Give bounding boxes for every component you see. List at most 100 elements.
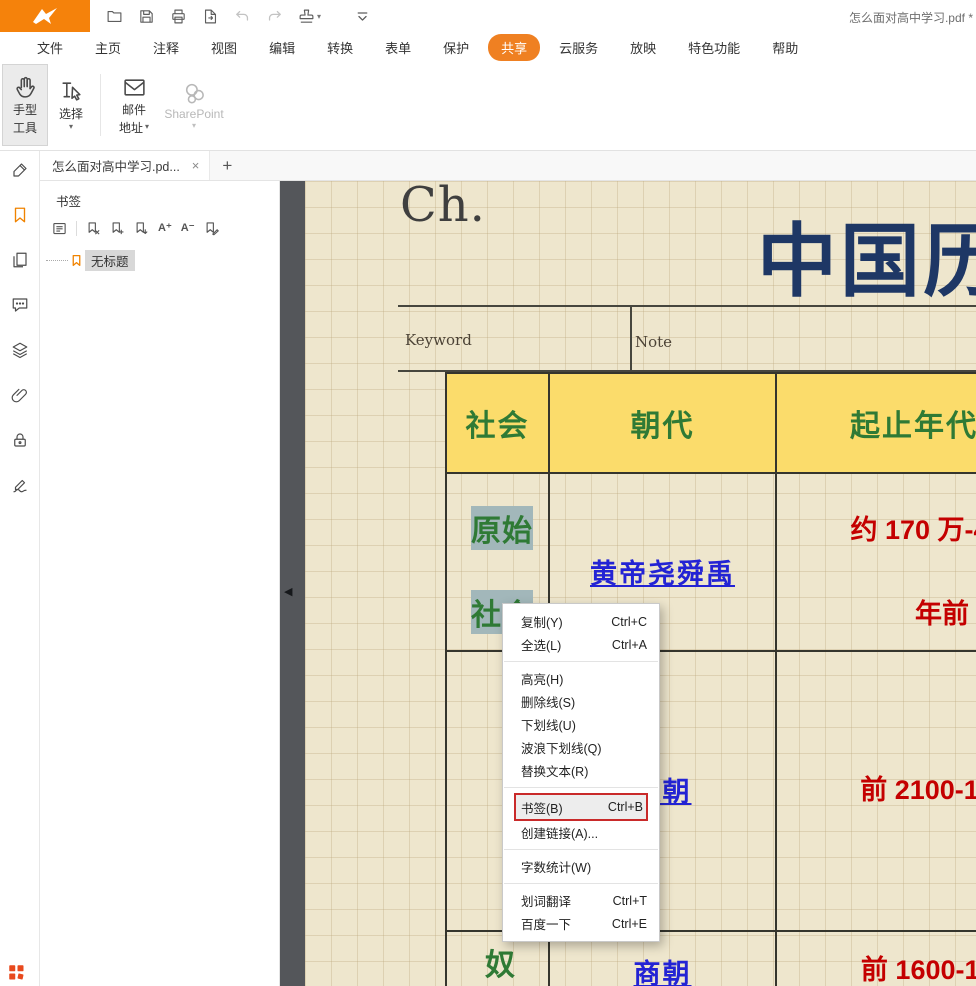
menu-item-highlight[interactable]: 高亮(H) bbox=[503, 667, 659, 690]
bookmark-panel-title: 书签 bbox=[40, 187, 279, 219]
stamp-tool-icon[interactable]: ▾ bbox=[298, 8, 321, 25]
signature-panel-icon[interactable] bbox=[11, 476, 29, 494]
ribbon-tab-bar: 文件 主页 注释 视图 编辑 转换 表单 保护 共享 云服务 放映 特色功能 帮… bbox=[0, 32, 976, 62]
shortcut-label: Ctrl+E bbox=[612, 917, 647, 931]
bookmark-item-label: 无标题 bbox=[85, 250, 135, 271]
shortcut-label: Ctrl+A bbox=[612, 638, 647, 652]
tab-form[interactable]: 表单 bbox=[372, 34, 424, 61]
menu-item-translate[interactable]: 划词翻译 Ctrl+T bbox=[503, 889, 659, 912]
tab-convert[interactable]: 转换 bbox=[314, 34, 366, 61]
menu-item-select-all[interactable]: 全选(L) Ctrl+A bbox=[503, 633, 659, 656]
dynasty-link[interactable]: 商朝 bbox=[550, 952, 775, 986]
undo-icon[interactable] bbox=[234, 8, 251, 25]
redo-icon[interactable] bbox=[266, 8, 283, 25]
navigation-rail bbox=[0, 151, 40, 986]
menu-separator bbox=[504, 849, 658, 850]
tab-help[interactable]: 帮助 bbox=[759, 34, 811, 61]
tab-protect[interactable]: 保护 bbox=[430, 34, 482, 61]
panel-options-icon[interactable] bbox=[52, 221, 67, 236]
tab-comment[interactable]: 注释 bbox=[140, 34, 192, 61]
select-tool-label: 选择 bbox=[59, 105, 83, 122]
app-logo[interactable] bbox=[0, 0, 90, 32]
panel-toolbar-separator bbox=[76, 221, 77, 236]
table-header-society: 社会 bbox=[447, 374, 550, 474]
sharepoint-button[interactable]: SharePoint ▾ bbox=[161, 64, 227, 146]
menu-item-copy[interactable]: 复制(Y) Ctrl+C bbox=[503, 610, 659, 633]
brand-bird-icon bbox=[32, 6, 58, 26]
tab-edit[interactable]: 编辑 bbox=[256, 34, 308, 61]
tree-guide-line bbox=[46, 260, 68, 261]
titlebar: ▾ 怎么面对高中学习.pdf * bbox=[0, 0, 976, 32]
bookmark-delete-icon[interactable] bbox=[86, 221, 101, 236]
menu-item-word-count[interactable]: 字数统计(W) bbox=[503, 855, 659, 878]
panel-collapse-icon[interactable]: ◀ bbox=[284, 587, 292, 598]
keyword-column-label: Keyword bbox=[405, 331, 472, 349]
ribbon-separator bbox=[100, 74, 101, 136]
page-main-title: 中国历 bbox=[757, 197, 976, 313]
content-row: 书签 A⁺ A⁻ bbox=[40, 181, 976, 986]
menu-item-underline[interactable]: 下划线(U) bbox=[503, 713, 659, 736]
tab-home[interactable]: 主页 bbox=[82, 34, 134, 61]
save-icon[interactable] bbox=[138, 8, 155, 25]
document-column: 怎么面对高中学习.pd... × + 书签 bbox=[40, 151, 976, 986]
table-header-dynasty: 朝代 bbox=[550, 374, 777, 474]
quick-access-toolbar: ▾ bbox=[106, 8, 371, 25]
hand-tool-label-2: 工具 bbox=[13, 119, 37, 136]
sharepoint-icon bbox=[182, 81, 207, 106]
tab-present[interactable]: 放映 bbox=[617, 34, 669, 61]
collapse-toolbar-icon[interactable] bbox=[354, 8, 371, 25]
comments-panel-icon[interactable] bbox=[11, 296, 29, 314]
shortcut-label: Ctrl+B bbox=[608, 800, 643, 814]
selected-text-society-a: 原始 bbox=[471, 506, 533, 550]
menu-item-squiggly[interactable]: 波浪下划线(Q) bbox=[503, 736, 659, 759]
period-text: 前 2100-1600 bbox=[777, 768, 976, 807]
new-tab-button[interactable]: + bbox=[222, 156, 232, 176]
font-increase-icon[interactable]: A⁺ bbox=[158, 221, 172, 236]
pencil-tool-icon[interactable] bbox=[11, 161, 29, 179]
menu-separator bbox=[504, 787, 658, 788]
bookmark-item[interactable]: 无标题 bbox=[46, 250, 273, 271]
menu-item-baidu-search[interactable]: 百度一下 Ctrl+E bbox=[503, 912, 659, 935]
hand-icon bbox=[13, 75, 38, 100]
security-panel-icon[interactable] bbox=[11, 431, 29, 449]
menu-item-create-link[interactable]: 创建链接(A)... bbox=[503, 821, 659, 844]
tab-cloud[interactable]: 云服务 bbox=[546, 34, 611, 61]
hand-tool-button[interactable]: 手型 工具 bbox=[2, 64, 48, 146]
menu-item-replace-text[interactable]: 替换文本(R) bbox=[503, 759, 659, 782]
tab-view[interactable]: 视图 bbox=[198, 34, 250, 61]
open-file-icon[interactable] bbox=[106, 8, 123, 25]
attachments-panel-icon[interactable] bbox=[11, 386, 29, 404]
shortcut-label: Ctrl+C bbox=[611, 615, 647, 629]
mail-address-button[interactable]: 邮件 地址 ▾ bbox=[107, 64, 161, 146]
stamp-dropdown-caret: ▾ bbox=[317, 12, 321, 21]
period-text: 前 1600-1100 bbox=[777, 948, 976, 986]
bookmarks-panel-icon[interactable] bbox=[11, 206, 29, 224]
tab-close-icon[interactable]: × bbox=[192, 158, 200, 173]
bookmark-add-icon[interactable] bbox=[110, 221, 125, 236]
chapter-label: Ch. bbox=[400, 181, 486, 233]
tab-file[interactable]: 文件 bbox=[24, 34, 76, 61]
document-tab[interactable]: 怎么面对高中学习.pd... × bbox=[40, 151, 210, 180]
font-decrease-icon[interactable]: A⁻ bbox=[181, 221, 195, 236]
widgets-grid-icon[interactable] bbox=[7, 963, 25, 981]
table-cell-period-3: 前 1600-1100 bbox=[777, 932, 976, 986]
dynasty-link[interactable]: 黄帝尧舜禹 bbox=[550, 552, 775, 591]
layers-panel-icon[interactable] bbox=[11, 341, 29, 359]
menu-item-bookmark[interactable]: 书签(B) Ctrl+B bbox=[514, 793, 648, 821]
context-menu: 复制(Y) Ctrl+C 全选(L) Ctrl+A 高亮(H) 删除线(S) bbox=[502, 603, 660, 942]
pages-panel-icon[interactable] bbox=[11, 251, 29, 269]
mail-address-label-1: 邮件 bbox=[122, 101, 146, 118]
export-page-icon[interactable] bbox=[202, 8, 219, 25]
mail-dropdown-caret: ▾ bbox=[145, 123, 149, 131]
sharepoint-dropdown-caret: ▾ bbox=[192, 122, 196, 130]
tab-share[interactable]: 共享 bbox=[488, 34, 540, 61]
select-tool-button[interactable]: 选择 ▾ bbox=[48, 64, 94, 146]
tab-features[interactable]: 特色功能 bbox=[675, 34, 753, 61]
menu-item-strikeout[interactable]: 删除线(S) bbox=[503, 690, 659, 713]
document-tab-label: 怎么面对高中学习.pd... bbox=[52, 156, 180, 175]
bookmark-demote-icon[interactable] bbox=[134, 221, 149, 236]
mail-address-label-2: 地址 bbox=[119, 119, 143, 136]
bookmark-rename-icon[interactable] bbox=[204, 221, 219, 236]
print-icon[interactable] bbox=[170, 8, 187, 25]
menu-separator bbox=[504, 883, 658, 884]
